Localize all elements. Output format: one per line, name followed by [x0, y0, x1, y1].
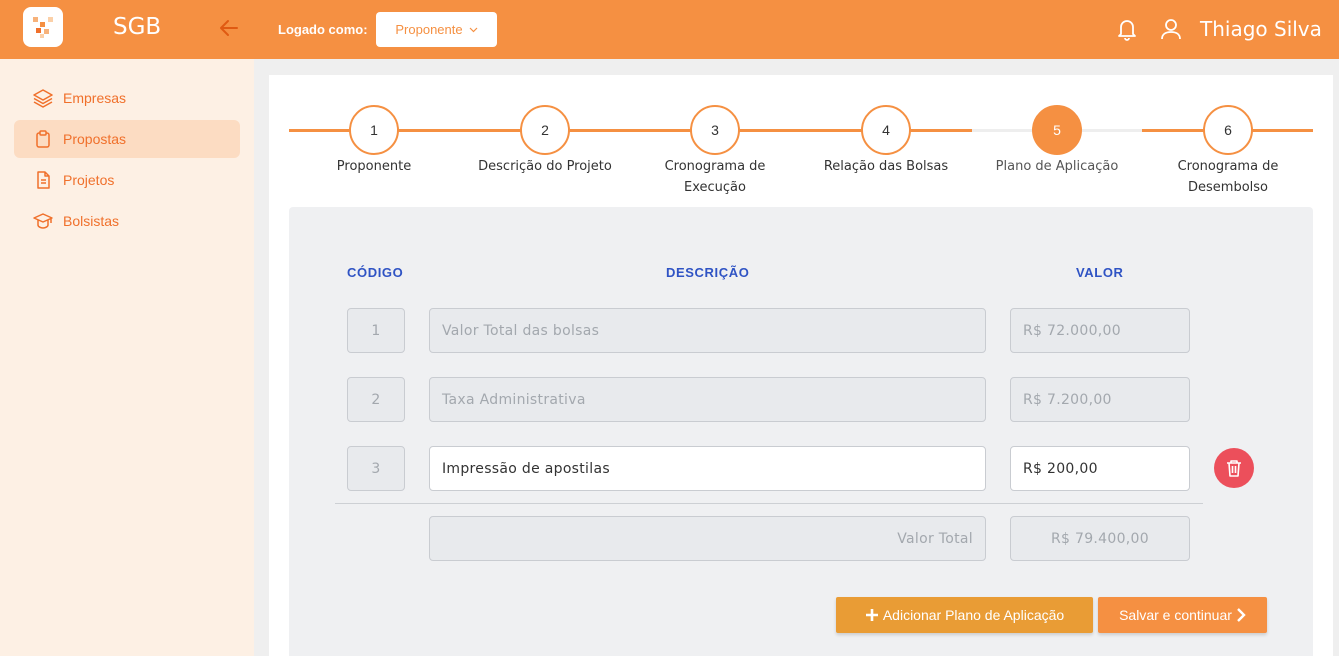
total-divider [335, 503, 1203, 504]
sidebar-item-label: Projetos [63, 172, 115, 188]
application-plan-panel [289, 207, 1313, 656]
plus-icon [865, 609, 878, 621]
trash-icon [1227, 460, 1241, 477]
column-header-description: DESCRIÇÃO [666, 265, 750, 280]
sidebar-nav: Empresas Propostas Projetos Bolsistas [14, 79, 240, 243]
sidebar-item-projetos[interactable]: Projetos [14, 161, 240, 199]
user-name[interactable]: Thiago Silva [1200, 17, 1322, 41]
step-3-circle[interactable]: 3 [690, 105, 740, 155]
sidebar-item-label: Bolsistas [63, 213, 120, 229]
delete-row-button[interactable] [1214, 448, 1254, 488]
column-header-code: CÓDIGO [347, 265, 404, 280]
sidebar-item-label: Empresas [63, 90, 127, 106]
row-1-description: Valor Total das bolsas [429, 308, 986, 353]
sidebar-item-propostas[interactable]: Propostas [14, 120, 240, 158]
role-select-value: Proponente [395, 22, 463, 37]
clipboard-icon [36, 130, 50, 148]
graduation-cap-icon [33, 213, 53, 229]
layers-icon [33, 89, 53, 108]
row-1-code: 1 [347, 308, 405, 353]
topbar: Logado como: Proponente Thiago Silva [254, 0, 1339, 59]
add-application-plan-button[interactable]: Adicionar Plano de Aplicação [836, 597, 1093, 633]
step-1-circle[interactable]: 1 [349, 105, 399, 155]
save-and-continue-button[interactable]: Salvar e continuar [1098, 597, 1267, 633]
sidebar-header: SGB [0, 0, 254, 59]
logged-as-label: Logado como: [278, 22, 368, 37]
step-6-label: Cronograma de Desembolso [1177, 159, 1279, 195]
row-2-value: R$ 7.200,00 [1010, 377, 1190, 422]
sidebar: SGB Empresas Propostas Projetos Bolsista… [0, 0, 254, 656]
app-logo[interactable] [23, 7, 63, 47]
arrow-left-icon[interactable] [218, 17, 240, 39]
step-1-label: Proponente [336, 159, 412, 174]
row-2-code: 2 [347, 377, 405, 422]
bell-icon[interactable] [1116, 17, 1138, 41]
sidebar-item-bolsistas[interactable]: Bolsistas [14, 202, 240, 240]
step-4-label: Relação das Bolsas [823, 159, 949, 174]
row-3-value-input[interactable]: R$ 200,00 [1010, 446, 1190, 491]
step-5-label: Plano de Aplicação [995, 159, 1119, 174]
row-3-code: 3 [347, 446, 405, 491]
step-3-label: Cronograma de Execução [664, 159, 766, 195]
app-name: SGB [113, 14, 162, 40]
step-2-circle[interactable]: 2 [520, 105, 570, 155]
total-value: R$ 79.400,00 [1010, 516, 1190, 561]
chevron-down-icon [469, 27, 478, 32]
user-icon[interactable] [1160, 17, 1182, 41]
role-select[interactable]: Proponente [376, 12, 497, 47]
add-application-plan-label: Adicionar Plano de Aplicação [882, 607, 1065, 623]
step-4-circle[interactable]: 4 [861, 105, 911, 155]
row-1-value: R$ 72.000,00 [1010, 308, 1190, 353]
column-header-value: VALOR [1076, 265, 1124, 280]
save-and-continue-label: Salvar e continuar [1119, 607, 1232, 623]
document-icon [37, 171, 50, 189]
step-6-circle[interactable]: 6 [1203, 105, 1253, 155]
step-5-circle[interactable]: 5 [1032, 105, 1082, 155]
row-2-description: Taxa Administrativa [429, 377, 986, 422]
sidebar-item-empresas[interactable]: Empresas [14, 79, 240, 117]
step-2-label: Descrição do Projeto [478, 159, 612, 174]
total-label: Valor Total [429, 516, 986, 561]
chevron-right-icon [1237, 608, 1246, 622]
row-3-description-input[interactable]: Impressão de apostilas [429, 446, 986, 491]
logo-icon [33, 17, 53, 38]
sidebar-item-label: Propostas [63, 131, 127, 147]
